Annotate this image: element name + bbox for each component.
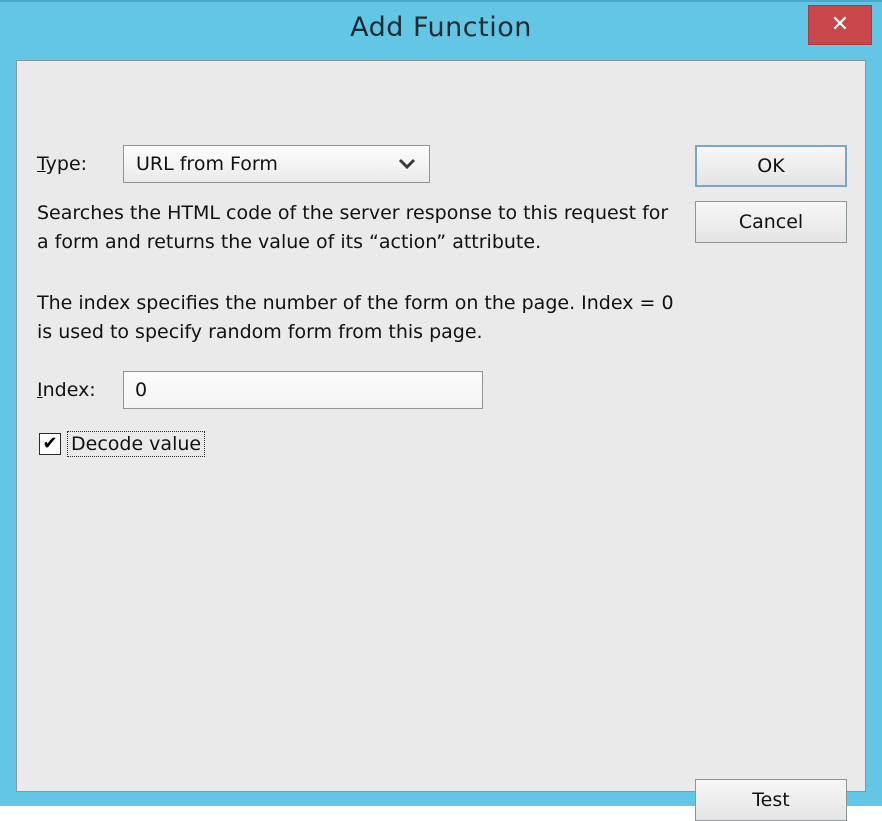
decode-value-checkbox-row[interactable]: ✔ Decode value [39,429,206,459]
chevron-down-icon [397,146,417,182]
index-label: Index: [37,379,96,401]
close-icon: ✕ [830,12,850,37]
check-icon: ✔ [42,433,58,454]
index-input[interactable]: 0 [123,371,483,409]
window-title: Add Function [350,12,532,43]
type-combobox-value: URL from Form [136,153,278,175]
type-combobox[interactable]: URL from Form [123,145,430,183]
cancel-button[interactable]: Cancel [695,201,847,243]
dialog-window: Add Function ✕ Type: URL from Form Searc… [0,0,882,821]
type-label: Type: [37,153,87,175]
ok-button[interactable]: OK [695,145,847,187]
index-input-value: 0 [135,379,148,401]
test-button[interactable]: Test [695,779,847,821]
description-paragraph-1: Searches the HTML code of the server res… [37,202,669,253]
type-label-accel: T [37,153,46,175]
type-label-rest: ype: [45,153,88,175]
close-button[interactable]: ✕ [808,5,872,45]
chevron-down-glyph [398,158,416,170]
decode-value-label: Decode value [67,431,206,457]
decode-value-checkbox[interactable]: ✔ [39,433,61,455]
dialog-client-area: Type: URL from Form Searches the HTML co… [16,60,866,821]
index-label-rest: ndex: [42,379,96,401]
title-bar[interactable]: Add Function ✕ [0,2,882,58]
description-paragraph-2: The index specifies the number of the fo… [37,292,674,343]
